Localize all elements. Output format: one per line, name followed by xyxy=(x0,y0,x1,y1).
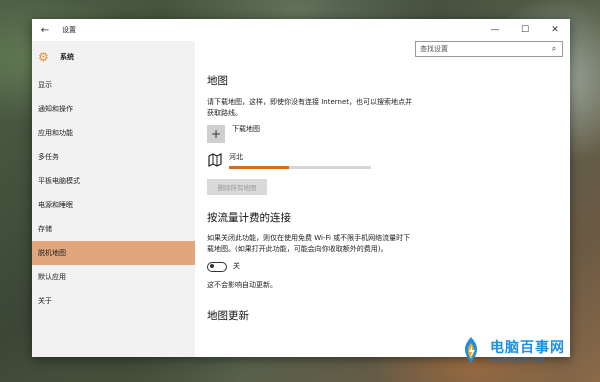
maps-description-line: 获取路线。 xyxy=(207,109,242,117)
site-watermark: 电脑百事网 WWW.PC841.COM xyxy=(456,328,596,372)
sidebar-item-label: 应用和功能 xyxy=(38,129,73,137)
settings-window: ← 设置 — ☐ ✕ ⚙ 系统 显示 通知和操作 应用和功能 多任务 平板电脑模… xyxy=(32,19,570,357)
metered-toggle-state: 关 xyxy=(233,262,240,270)
main-pane: ⌕ 地图 请下载地图，这样，即使你没有连接 Internet，也可以搜索地点并 … xyxy=(195,41,570,357)
add-icon[interactable]: + xyxy=(207,125,225,143)
download-progress-fill xyxy=(229,166,289,169)
sidebar-item-label: 平板电脑模式 xyxy=(38,177,80,185)
sidebar: ⚙ 系统 显示 通知和操作 应用和功能 多任务 平板电脑模式 电源和睡眠 存储 … xyxy=(32,41,195,357)
back-arrow-icon[interactable]: ← xyxy=(32,19,58,41)
sidebar-item-multitasking[interactable]: 多任务 xyxy=(32,145,195,169)
sidebar-item-label: 存储 xyxy=(38,225,52,233)
download-maps-label[interactable]: 下载地图 xyxy=(232,124,260,135)
maps-description-line: 请下载地图，这样，即使你没有连接 Internet，也可以搜索地点并 xyxy=(207,98,413,106)
sidebar-item-apps[interactable]: 应用和功能 xyxy=(32,121,195,145)
search-box[interactable]: ⌕ xyxy=(415,41,563,57)
toggle-knob xyxy=(210,264,214,268)
sidebar-title: 系统 xyxy=(60,53,74,61)
sidebar-header: ⚙ 系统 xyxy=(32,41,195,73)
metered-heading: 按流量计费的连接 xyxy=(207,212,291,224)
sidebar-item-label: 默认应用 xyxy=(38,273,66,281)
map-icon xyxy=(208,153,222,167)
sidebar-item-label: 显示 xyxy=(38,81,52,89)
window-title: 设置 xyxy=(62,26,76,34)
maximize-button[interactable]: ☐ xyxy=(510,19,540,41)
metered-description-line: 载地图。(如果打开此功能，可能会向你收取额外的费用)。 xyxy=(207,245,388,253)
metered-toggle-row[interactable]: 关 xyxy=(207,261,412,272)
sidebar-item-default-apps[interactable]: 默认应用 xyxy=(32,265,195,289)
maps-heading: 地图 xyxy=(207,75,228,87)
downloaded-map-row[interactable]: 河北 xyxy=(207,152,412,169)
sidebar-item-storage[interactable]: 存储 xyxy=(32,217,195,241)
watermark-url: WWW.PC841.COM xyxy=(490,356,545,364)
sidebar-nav: 显示 通知和操作 应用和功能 多任务 平板电脑模式 电源和睡眠 存储 脱机地图 … xyxy=(32,73,195,313)
downloaded-map-name: 河北 xyxy=(229,153,243,161)
sidebar-item-about[interactable]: 关于 xyxy=(32,289,195,313)
maps-description: 请下载地图，这样，即使你没有连接 Internet，也可以搜索地点并 获取路线。 xyxy=(207,97,412,119)
sidebar-item-display[interactable]: 显示 xyxy=(32,73,195,97)
minimize-button[interactable]: — xyxy=(480,19,510,41)
sidebar-item-label: 脱机地图 xyxy=(38,249,66,257)
title-bar: ← 设置 — ☐ ✕ xyxy=(32,19,570,41)
watermark-name: 电脑百事网 xyxy=(490,339,565,356)
sidebar-item-notifications[interactable]: 通知和操作 xyxy=(32,97,195,121)
search-input[interactable] xyxy=(416,45,546,53)
watermark-logo-icon xyxy=(464,337,478,363)
metered-description-line: 如果关闭此功能，则仅在使用免费 Wi-Fi 或不限手机网络流量时下 xyxy=(207,234,411,242)
sidebar-item-label: 关于 xyxy=(38,297,52,305)
sidebar-item-offline-maps[interactable]: 脱机地图 xyxy=(32,241,195,265)
close-button[interactable]: ✕ xyxy=(540,19,570,41)
metered-description: 如果关闭此功能，则仅在使用免费 Wi-Fi 或不限手机网络流量时下 载地图。(如… xyxy=(207,233,412,255)
metered-note: 这不会影响自动更新。 xyxy=(207,281,277,289)
updates-heading: 地图更新 xyxy=(207,310,249,322)
download-maps-row[interactable]: + 下载地图 xyxy=(207,125,412,143)
search-icon[interactable]: ⌕ xyxy=(546,44,562,54)
sidebar-item-power[interactable]: 电源和睡眠 xyxy=(32,193,195,217)
sidebar-item-label: 电源和睡眠 xyxy=(38,201,73,209)
sidebar-item-label: 多任务 xyxy=(38,153,59,161)
delete-all-maps-button[interactable]: 删除所有地图 xyxy=(207,179,267,195)
metered-toggle[interactable] xyxy=(207,261,227,272)
download-progress-bar xyxy=(229,166,371,169)
gear-icon: ⚙ xyxy=(38,50,49,64)
sidebar-item-tablet-mode[interactable]: 平板电脑模式 xyxy=(32,169,195,193)
sidebar-item-label: 通知和操作 xyxy=(38,105,73,113)
